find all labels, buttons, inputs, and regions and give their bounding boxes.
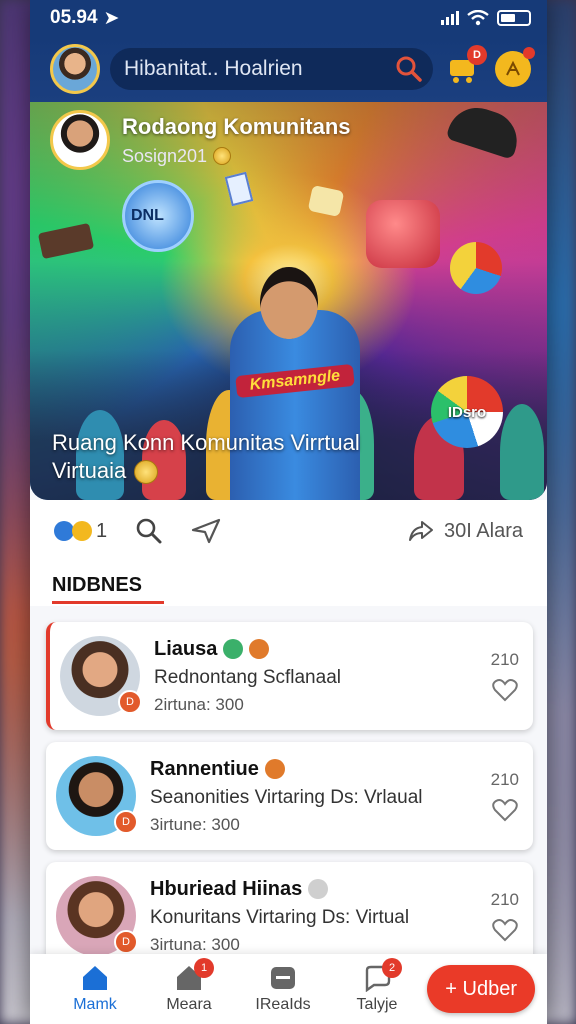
reaction-group[interactable]: 1 <box>54 520 107 543</box>
wifi-icon <box>467 10 489 26</box>
action-row: 1 30I Alara <box>30 500 547 562</box>
status-time: 05.94 <box>50 7 98 28</box>
nav-label: IReaIds <box>255 996 311 1013</box>
search-icon[interactable] <box>135 517 163 545</box>
member-description: Seanonities Virtaring Ds: Vrlaual <box>150 786 423 808</box>
nav-item-chat[interactable]: 2 Talyje <box>330 958 424 1014</box>
globe-sign-icon: DNL <box>122 180 194 252</box>
caption-line2: Virtuaia <box>52 458 127 484</box>
hero-caption: Ruang Konn Komunitas Virrtual Virtuaia <box>52 429 360 486</box>
search-input[interactable]: Hibanitat.. Hoalrien <box>124 57 395 81</box>
member-description: Rednontang Scflanaal <box>154 666 341 688</box>
hero-banner[interactable]: DNL Kmsamngle Rodaong Komunitans Sosign2… <box>30 102 547 500</box>
member-name: Rannentiue <box>150 757 259 780</box>
profile-avatar[interactable] <box>50 44 100 94</box>
status-time-group: 05.94 ➤ <box>50 7 119 30</box>
reels-icon <box>271 967 295 989</box>
top-app-bar: Hibanitat.. Hoalrien D <box>30 36 547 102</box>
member-count: 210 <box>490 890 519 909</box>
search-icon[interactable] <box>395 55 423 83</box>
community-list: D Liausa Rednontang Scflanaal 2irtuna: 3… <box>30 606 547 970</box>
list-item[interactable]: D Liausa Rednontang Scflanaal 2irtuna: 3… <box>46 622 533 730</box>
member-count: 210 <box>490 650 519 669</box>
section-underline <box>52 601 164 604</box>
caption-line1: Ruang Konn Komunitas Virrtual <box>52 429 360 455</box>
member-badge: D <box>118 690 142 714</box>
member-avatar: D <box>56 876 138 956</box>
heart-icon[interactable] <box>492 798 518 822</box>
featured-person-head <box>260 267 318 339</box>
radio-icon <box>366 200 440 268</box>
haha-icon <box>72 521 92 541</box>
share-icon <box>409 521 434 541</box>
phone-screen: 05.94 ➤ Hibanitat.. Hoalrien D DNL Kmsam… <box>30 0 547 1024</box>
member-description: Konuritans Virtaring Ds: Virtual <box>150 906 410 928</box>
home-icon <box>83 966 107 990</box>
member-name-row: Liausa <box>154 638 491 661</box>
community-avatar[interactable] <box>50 110 110 170</box>
crowd-person <box>500 404 544 500</box>
nav-badge: 1 <box>194 958 214 978</box>
add-button[interactable]: + Udber <box>427 965 535 1013</box>
account-dot-badge <box>523 47 535 59</box>
member-name-row: Rannentiue <box>150 758 491 781</box>
coin-icon <box>213 147 232 165</box>
member-name-row: Hburiead Hiinas <box>150 878 491 901</box>
member-avatar: D <box>60 636 142 716</box>
caption-line2-row: Virtuaia <box>52 457 360 486</box>
ball-icon <box>308 879 329 899</box>
status-icons <box>441 10 531 26</box>
member-badge: D <box>114 810 138 834</box>
member-count: 210 <box>490 770 519 789</box>
hero-subtitle-row: Sosign201 <box>122 146 351 167</box>
bottom-nav: Mamk 1 Meara IReaIds 2 Talyje + Udber <box>30 954 547 1024</box>
status-bar: 05.94 ➤ <box>30 0 547 36</box>
member-name: Hburiead Hiinas <box>150 877 303 900</box>
emoji-icon <box>264 759 285 779</box>
hero-title: Rodaong Komunitans <box>122 113 351 139</box>
signal-icon <box>441 11 459 25</box>
hero-subtitle: Sosign201 <box>122 145 208 166</box>
list-item[interactable]: D Rannentiue Seanonities Virtaring Ds: V… <box>46 742 533 850</box>
heart-icon[interactable] <box>492 678 518 702</box>
member-badge: D <box>114 930 138 954</box>
nav-label: Mamk <box>73 996 117 1013</box>
notification-badge: D <box>467 45 487 65</box>
nav-label: Talyje <box>356 996 398 1013</box>
member-avatar: D <box>56 756 138 836</box>
ball-label: IDsro <box>447 403 487 421</box>
emoji-icon <box>134 459 159 484</box>
battery-icon <box>497 10 531 26</box>
sign-text: DNL <box>131 207 164 224</box>
emoji-icon <box>249 639 270 659</box>
member-meta: 3irtune: 300 <box>150 814 240 834</box>
section-title: NIDBNES <box>30 562 547 601</box>
nav-item-reels[interactable]: IReaIds <box>236 964 330 1014</box>
nav-label: Meara <box>166 996 212 1013</box>
nav-badge: 2 <box>382 958 402 978</box>
member-meta: 2irtuna: 300 <box>154 694 244 714</box>
reaction-count: 1 <box>96 519 108 542</box>
search-bar[interactable]: Hibanitat.. Hoalrien <box>110 48 433 90</box>
add-button-label: + Udber <box>445 977 517 1000</box>
account-button[interactable] <box>493 47 535 89</box>
share-label: 30I Alara <box>444 519 523 542</box>
share-button[interactable]: 30I Alara <box>408 520 523 543</box>
member-meta: 3irtuna: 300 <box>150 934 240 954</box>
nav-item-home[interactable]: Mamk <box>48 964 142 1014</box>
hero-header: Rodaong Komunitans Sosign201 <box>50 110 351 170</box>
like-icon <box>54 521 74 541</box>
member-name: Liausa <box>154 637 218 660</box>
location-arrow-icon: ➤ <box>103 7 120 29</box>
heart-icon[interactable] <box>492 918 518 942</box>
online-icon <box>223 639 244 659</box>
send-icon[interactable] <box>191 518 221 544</box>
cart-button[interactable]: D <box>443 45 487 89</box>
beach-ball-icon <box>450 242 502 294</box>
nav-item-store[interactable]: 1 Meara <box>142 958 236 1014</box>
soccer-ball-icon: IDsro <box>431 376 503 448</box>
